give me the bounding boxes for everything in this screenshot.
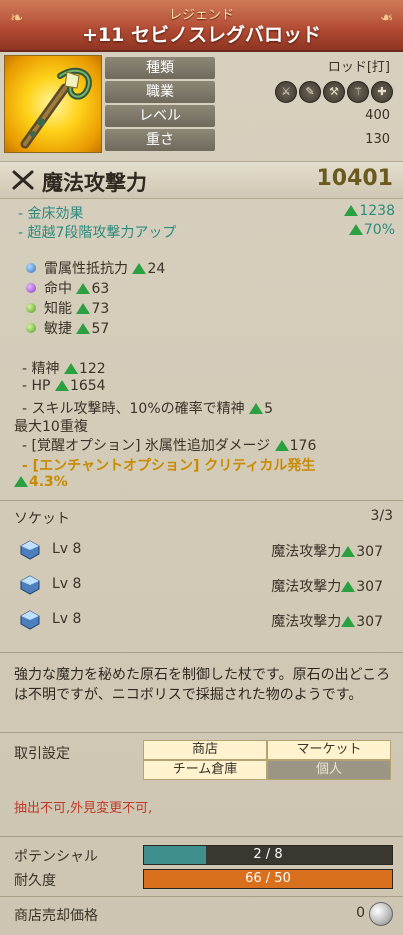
bonus-transcend-label: - 超越7段階攻撃力アップ [18,225,177,241]
socket-stat: 魔法攻撃力 307 [271,579,383,595]
job-icons: ⚔ ✎ ⚒ ⚚ ✚ [275,81,393,103]
item-image [4,55,102,153]
socket-stat: 魔法攻撃力 307 [271,544,383,560]
up-arrow-icon [76,283,91,294]
bonus-anvil-label: - 金床効果 [18,206,84,222]
skill-row: - スキル攻撃時、10%の確率で精神 5 [22,401,273,417]
crossed-swords-icon [12,170,34,190]
wrench-icon: ✎ [299,81,321,103]
up-arrow-icon [341,546,356,557]
staff-icon: ⚚ [347,81,369,103]
attr-weight: 重さ 130 [105,129,398,151]
up-arrow-icon [54,380,69,391]
price-label: 商店売却価格 [14,908,98,924]
green-orb-icon [26,303,36,313]
divider [0,836,403,837]
socket-level: Lv 8 [52,576,82,592]
rod-icon [20,67,92,149]
gem-icon [20,575,40,595]
item-header: ❧ ❧ レジェンド +11 セビノスレグバロッド [0,0,403,52]
up-arrow-icon [341,581,356,592]
up-arrow-icon [76,323,91,334]
socket-level: Lv 8 [52,541,82,557]
durability-bar: 66 / 50 [143,869,393,889]
weight-label: 重さ [105,129,215,151]
type-label: 種類 [105,57,215,79]
up-arrow-icon [348,224,363,235]
gem-icon [20,540,40,560]
green-orb-icon [26,323,36,333]
divider [0,652,403,653]
divider [0,732,403,733]
silver-coin-icon [369,902,393,926]
level-label: レベル [105,105,215,127]
trade-shop: 商店 [143,740,267,760]
gem-icon [20,610,40,630]
socket-slot-3: Lv 8 魔法攻撃力 307 [0,604,403,636]
socket-slot-2: Lv 8 魔法攻撃力 307 [0,569,403,601]
trade-label: 取引設定 [14,746,70,762]
potential-text: 2 / 8 [253,847,283,862]
durability-text: 66 / 50 [245,871,291,886]
item-description: 強力な魔力を秘めた原石を制御した杖です。原石の出どころは不明ですが、ニコボリスで… [14,667,391,703]
up-arrow-icon [76,303,91,314]
stat-row: 知能 73 [26,298,109,318]
attr-level: レベル 400 [105,105,398,127]
main-stat: 魔法攻撃力 10401 [0,161,403,199]
potential-label: ポテンシャル [14,849,98,865]
job-label: 職業 [105,81,215,103]
bonus-transcend-value: 70% [348,222,395,238]
price-value: 0 [356,905,365,921]
attr-job: 職業 ⚔ ✎ ⚒ ⚚ ✚ [105,81,398,103]
trade-personal: 個人 [267,760,391,780]
cross-icon: ✚ [371,81,393,103]
stat-row: 敏捷 57 [26,318,109,338]
weight-value: 130 [365,132,390,147]
up-arrow-icon [341,616,356,627]
up-arrow-icon [344,205,359,216]
purple-orb-icon [26,283,36,293]
divider [0,896,403,897]
hp-row: - HP 1654 [22,378,106,394]
trade-grid: 商店 マーケット チーム倉庫 個人 [143,740,391,780]
type-value: ロッド[打] [327,60,390,75]
socket-count: 3/3 [370,508,393,524]
sword-icon: ⚔ [275,81,297,103]
trade-market: マーケット [267,740,391,760]
awaken-row: - [覚醒オプション] 氷属性追加ダメージ 176 [22,438,317,454]
main-stat-value: 10401 [316,166,393,191]
socket-label: ソケット [14,511,70,527]
item-name: +11 セビノスレグバロッド [82,24,321,46]
socket-level: Lv 8 [52,611,82,627]
dagger-icon: ⚒ [323,81,345,103]
up-arrow-icon [249,403,264,414]
item-tooltip: ❧ ❧ レジェンド +11 セビノスレグバロッド 種類 ロッド[打] 職業 ⚔ … [0,0,403,935]
up-arrow-icon [14,476,28,487]
trade-guild: チーム倉庫 [143,760,267,780]
bonus-anvil-value: 1238 [344,203,395,219]
attr-type: 種類 ロッド[打] [105,57,398,79]
stat-row: 命中 63 [26,278,109,298]
enchant-value: 4.3% [14,474,68,490]
enchant-text: - [エンチャントオプション] クリティカル発生 [22,458,316,474]
stack-text: 最大10重複 [14,419,88,435]
stat-row: 雷属性抵抗力 24 [26,258,165,278]
socket-slot-1: Lv 8 魔法攻撃力 307 [0,534,403,566]
up-arrow-icon [132,263,147,274]
restriction-warning: 抽出不可,外見変更不可, [14,801,153,816]
potential-bar: 2 / 8 [143,845,393,865]
durability-label: 耐久度 [14,873,56,889]
socket-stat: 魔法攻撃力 307 [271,614,383,630]
blue-orb-icon [26,263,36,273]
up-arrow-icon [274,440,289,451]
up-arrow-icon [63,363,78,374]
level-value: 400 [365,108,390,123]
spirit-row: - 精神 122 [22,361,106,377]
main-stat-label: 魔法攻撃力 [42,171,147,195]
divider [0,500,403,501]
